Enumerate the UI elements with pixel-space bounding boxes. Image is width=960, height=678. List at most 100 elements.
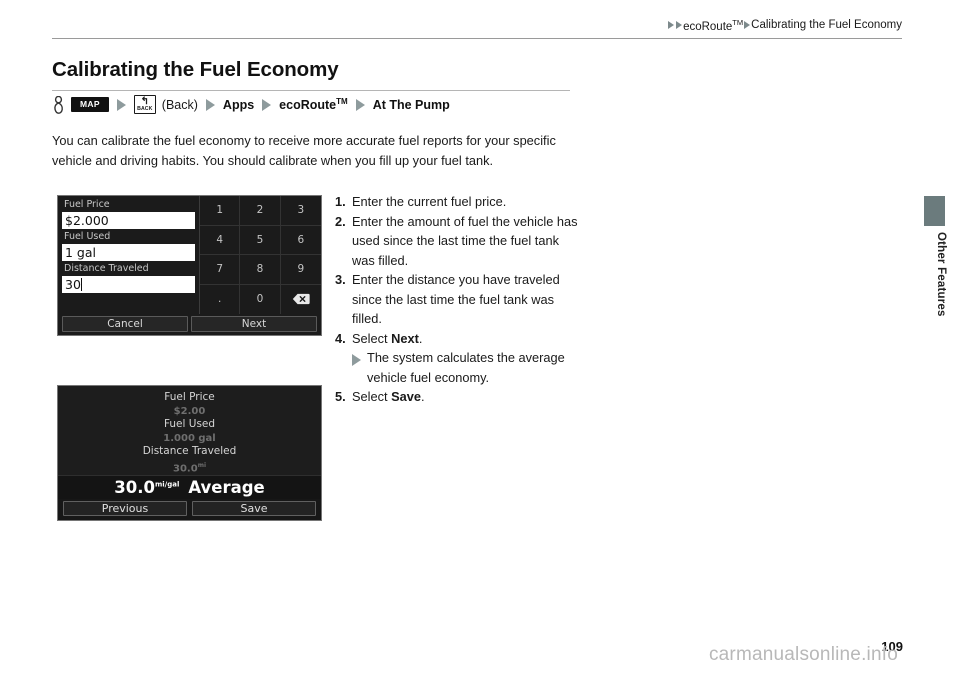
step-4-emphasis: Next [391,330,419,346]
step-5-prefix: Select [352,389,392,404]
title-divider [52,90,570,91]
fuel-used-input[interactable]: 1 gal [62,244,195,261]
fuel-result-footer: Previous Save [58,499,321,520]
triangle-right-icon [116,98,126,111]
summary-distance-number: 30.0 [173,462,198,474]
keypad-key-3[interactable]: 3 [280,196,321,226]
fuel-entry-footer: Cancel Next [58,314,321,335]
summary-fuel-price-value: $2.00 [173,405,206,417]
step-2-text: Enter the amount of fuel the vehicle has… [352,213,578,268]
step-3-text: Enter the distance you have traveled sin… [352,272,560,326]
step-1-text: Enter the current fuel price. [352,194,507,209]
fuel-entry-screenshot: Fuel Price $2.000 Fuel Used 1 gal Distan… [57,195,322,336]
numeric-keypad[interactable]: 1 2 3 4 5 6 7 8 9 . 0 [199,196,321,314]
hand-pointer-icon [54,95,63,114]
breadcrumb: ecoRouteTM Calibrating the Fuel Economy [667,18,902,33]
keypad-key-4[interactable]: 4 [200,225,241,255]
distance-traveled-input[interactable]: 30 [62,276,195,293]
step-2: 2. Enter the amount of fuel the vehicle … [335,212,580,271]
map-button[interactable]: MAP [71,97,109,112]
summary-fuel-price-label: Fuel Price [164,391,215,403]
summary-fuel-used-value: 1.000 gal [163,432,216,444]
keypad-key-backspace[interactable] [281,285,321,315]
navpath-item-at-the-pump[interactable]: At The Pump [373,98,450,112]
cancel-button[interactable]: Cancel [62,316,188,332]
average-label: Average [188,478,265,498]
navpath-item-ecoroute[interactable]: ecoRouteTM [279,97,348,112]
keypad-key-5[interactable]: 5 [240,225,281,255]
header-divider [52,38,902,39]
step-3-number: 3. [335,272,346,287]
step-5-text: Select Save. [352,387,580,407]
distance-traveled-value: 30 [65,277,81,292]
body-paragraph: You can calibrate the fuel economy to re… [52,133,556,168]
breadcrumb-ecoroute-label: ecoRoute [683,20,733,33]
step-1-number: 1. [335,194,346,209]
step-2-number: 2. [335,213,346,229]
navigation-path: MAP ↰ BACK (Back) Apps ecoRouteTM At The… [52,95,450,114]
triangle-right-icon [676,21,683,30]
keypad-key-2[interactable]: 2 [240,196,281,226]
back-caption: (Back) [161,97,198,112]
summary-fuel-used-label: Fuel Used [163,418,216,430]
fuel-summary: Fuel Price $2.00 Fuel Used 1.000 gal Dis… [58,386,321,477]
fuel-result-screenshot: Fuel Price $2.00 Fuel Used 1.000 gal Dis… [57,385,322,521]
instruction-steps: 1. Enter the current fuel price. 2. Ente… [335,192,580,407]
previous-button[interactable]: Previous [63,501,187,516]
step-4: 4. Select Next. [335,329,580,349]
summary-distance-unit: mi [197,461,206,469]
watermark: carmanualsonline.info [708,644,898,665]
distance-traveled-label: Distance Traveled [64,263,149,274]
page-header: ecoRouteTM Calibrating the Fuel Economy [52,18,902,40]
trademark-mark: TM [732,18,744,27]
triangle-right-icon [355,98,365,111]
breadcrumb-item-ecoroute: ecoRouteTM [683,18,743,33]
page-title: Calibrating the Fuel Economy [52,58,339,81]
fuel-entry-fields: Fuel Price $2.000 Fuel Used 1 gal Distan… [58,196,199,314]
step-4-text: Select Next. [352,329,580,349]
keypad-key-0[interactable]: 0 [240,284,281,314]
triangle-right-icon [262,98,272,111]
trademark-mark: TM [336,96,348,106]
triangle-right-icon [744,21,751,30]
summary-distance-label: Distance Traveled [142,445,237,457]
fuel-price-label: Fuel Price [64,199,110,210]
keypad-key-9[interactable]: 9 [280,255,321,285]
step-4-substep: The system calculates the average vehicl… [352,348,580,387]
navpath-item-apps[interactable]: Apps [223,98,254,112]
keypad-key-decimal[interactable]: . [200,284,241,314]
keypad-key-6[interactable]: 6 [280,226,321,255]
step-3: 3. Enter the distance you have traveled … [335,270,580,329]
triangle-right-icon [352,354,361,366]
keypad-key-8[interactable]: 8 [240,255,281,285]
back-button-label: BACK [137,105,153,112]
fuel-entry-body: Fuel Price $2.000 Fuel Used 1 gal Distan… [58,196,321,314]
keypad-key-7[interactable]: 7 [200,255,241,285]
step-4-number: 4. [335,330,346,346]
summary-distance-value: 30.0mi [58,459,321,476]
backspace-icon [292,294,310,305]
average-value: 30.0mi/gal [114,478,179,497]
average-unit: mi/gal [154,480,180,489]
breadcrumb-item-current: Calibrating the Fuel Economy [751,19,902,32]
fuel-used-label: Fuel Used [64,231,111,242]
save-button[interactable]: Save [192,501,316,516]
step-5-number: 5. [335,389,346,404]
side-tab-label: Other Features [935,232,947,317]
step-5-emphasis: Save [391,389,422,404]
navpath-ecoroute-label: ecoRoute [279,98,337,113]
keypad-key-1[interactable]: 1 [200,196,241,226]
side-tab-marker [924,196,945,226]
step-4-suffix: . [418,330,423,346]
triangle-right-icon [668,21,675,30]
back-button[interactable]: ↰ BACK [133,95,156,114]
back-arrow-icon: ↰ [140,95,149,107]
fuel-price-input[interactable]: $2.000 [62,212,195,229]
step-5: 5. Select Save. [335,387,580,407]
average-economy-display: 30.0mi/gal Average [58,476,321,499]
next-button[interactable]: Next [191,316,317,332]
text-caret [80,278,82,291]
step-1: 1. Enter the current fuel price. [335,192,580,212]
triangle-right-icon [205,98,215,111]
step-5-suffix: . [421,389,425,404]
